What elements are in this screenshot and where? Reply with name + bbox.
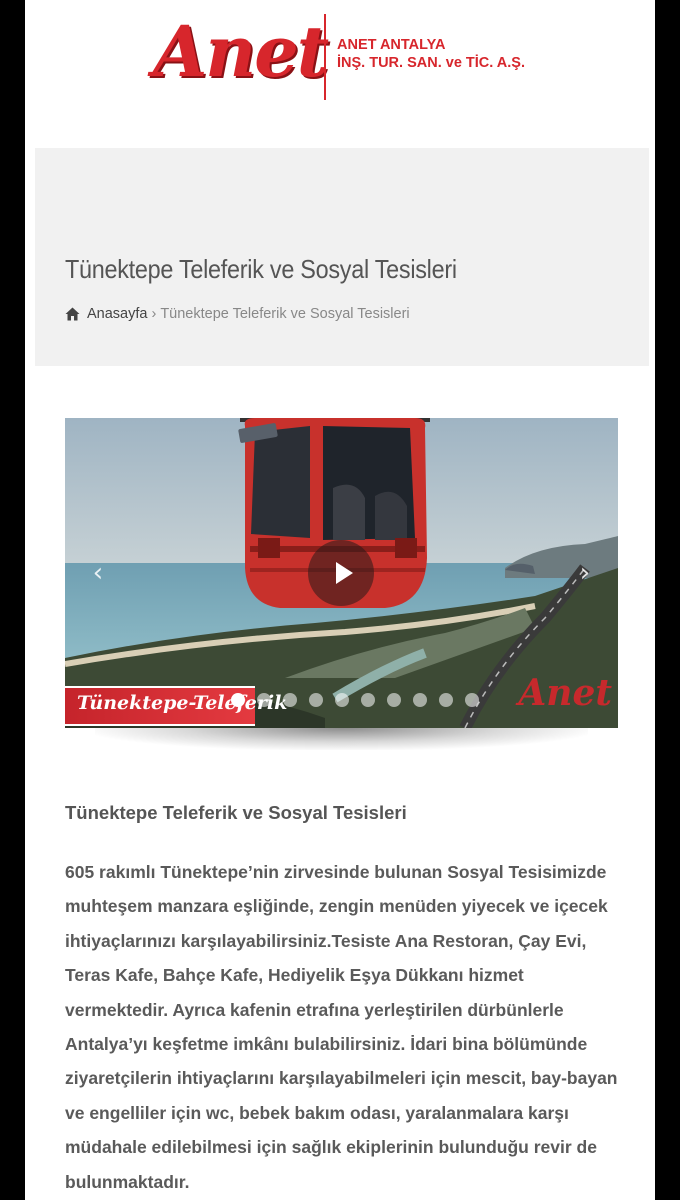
page: Anet ANET ANTALYA İNŞ. TUR. SAN. ve TİC.… bbox=[25, 0, 655, 1200]
play-icon bbox=[336, 562, 353, 584]
breadcrumb-separator: › bbox=[151, 306, 157, 322]
company-name: ANET ANTALYA İNŞ. TUR. SAN. ve TİC. A.Ş. bbox=[337, 36, 525, 72]
slider-dot[interactable] bbox=[257, 693, 271, 707]
content-paragraph: 605 rakımlı Tünektepe’nin zirvesinde bul… bbox=[65, 862, 618, 1192]
slider-dot[interactable] bbox=[465, 693, 479, 707]
slider-dot[interactable] bbox=[335, 693, 349, 707]
site-logo[interactable]: Anet ANET ANTALYA İNŞ. TUR. SAN. ve TİC.… bbox=[153, 10, 533, 100]
home-icon[interactable] bbox=[65, 307, 80, 321]
breadcrumb: Anasayfa › Tünektepe Teleferik ve Sosyal… bbox=[65, 306, 410, 322]
slider-prev-arrow[interactable]: ‹ bbox=[83, 558, 113, 588]
logo-wordmark: Anet bbox=[153, 10, 329, 93]
slide-watermark-logo: Anet bbox=[518, 672, 612, 714]
slider-dot[interactable] bbox=[361, 693, 375, 707]
slider-dot[interactable] bbox=[387, 693, 401, 707]
image-slider[interactable]: ‹ › Tünektepe-Teleferik Anet bbox=[65, 418, 618, 728]
play-video-button[interactable] bbox=[308, 540, 374, 606]
breadcrumb-current: Tünektepe Teleferik ve Sosyal Tesisleri bbox=[160, 306, 410, 322]
slider-shadow bbox=[95, 728, 588, 750]
slide-caption-banner: Tünektepe-Teleferik bbox=[65, 686, 287, 726]
company-name-line1: ANET ANTALYA bbox=[337, 37, 446, 53]
slider-dot[interactable] bbox=[309, 693, 323, 707]
slider-dot[interactable] bbox=[231, 693, 245, 707]
breadcrumb-home-link[interactable]: Anasayfa bbox=[87, 306, 147, 322]
page-title-band: Tünektepe Teleferik ve Sosyal Tesisleri … bbox=[35, 148, 649, 366]
slider-dot[interactable] bbox=[283, 693, 297, 707]
slider-dot[interactable] bbox=[413, 693, 427, 707]
slider-pagination bbox=[231, 693, 491, 707]
content-heading: Tünektepe Teleferik ve Sosyal Tesisleri bbox=[65, 802, 407, 823]
slider-next-arrow[interactable]: › bbox=[570, 558, 600, 588]
slider-dot[interactable] bbox=[439, 693, 453, 707]
logo-divider bbox=[324, 14, 326, 100]
page-title: Tünektepe Teleferik ve Sosyal Tesisleri bbox=[65, 254, 457, 284]
company-name-line2: İNŞ. TUR. SAN. ve TİC. A.Ş. bbox=[337, 55, 525, 71]
